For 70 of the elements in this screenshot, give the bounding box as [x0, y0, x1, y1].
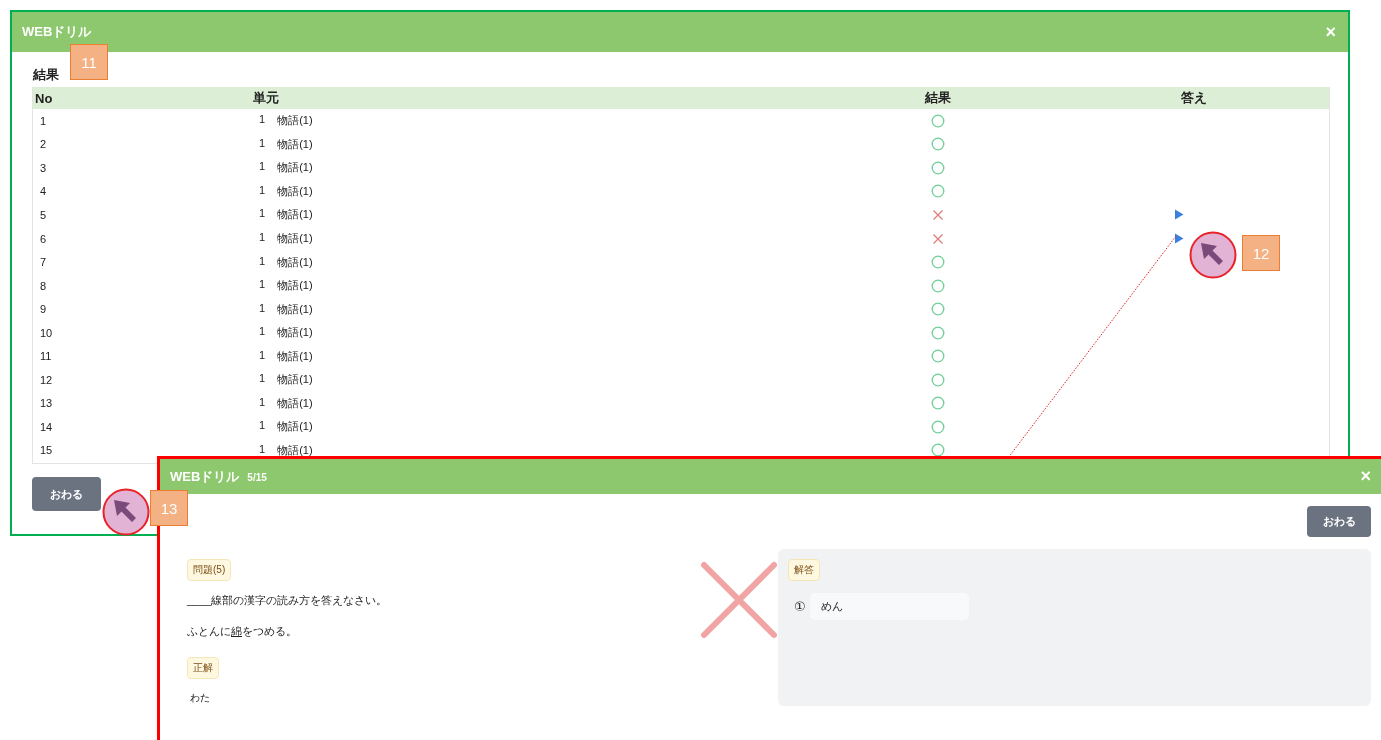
- table-cell: 物語(1): [277, 113, 313, 129]
- table-cell: 物語(1): [277, 372, 313, 388]
- table-cell-text: 2: [39, 138, 48, 151]
- table-cell-text: 3: [39, 161, 48, 174]
- table-cell: 物語(1): [277, 160, 313, 176]
- table-cell: 物語(1): [277, 183, 313, 199]
- finish-button[interactable]: おわる: [1307, 506, 1371, 537]
- column-header: No: [34, 90, 54, 106]
- correct-answer-text: わた: [189, 691, 210, 705]
- table-cell-text: 6: [39, 232, 48, 245]
- table-cell-text: 1: [259, 395, 266, 410]
- table-cell: 物語(1): [277, 254, 313, 270]
- table-cell-text: 1: [259, 348, 266, 363]
- table-cell-text: 1: [259, 442, 266, 457]
- callout-number: 12: [1242, 235, 1280, 271]
- table-cell-text: 1: [39, 114, 48, 127]
- table-cell-text: 15: [39, 444, 54, 457]
- callout-number: 11: [70, 44, 108, 80]
- question-tag: 問題(5): [187, 559, 232, 581]
- table-cell-text: 1: [259, 160, 266, 175]
- window-title: WEBドリル: [22, 23, 92, 41]
- table-cell: 物語(1): [277, 442, 313, 458]
- instruction-text: ____線部の漢字の読み方を答えなさい。: [187, 593, 388, 608]
- answer-number: ①: [794, 599, 806, 614]
- table-cell-text: 1: [259, 254, 266, 269]
- play-icon[interactable]: [1173, 209, 1184, 221]
- table-cell-text: 1: [259, 325, 266, 340]
- table-cell-text: 4: [39, 185, 48, 198]
- cursor-drawing: [102, 488, 150, 536]
- table-cell-text: 12: [39, 373, 54, 386]
- table-cell: 物語(1): [277, 395, 313, 411]
- answer-tag: 解答: [788, 559, 820, 581]
- table-cell: 物語(1): [277, 278, 313, 294]
- section-title: 結果: [32, 66, 60, 84]
- table-cell-text: 9: [39, 303, 48, 316]
- callout-number: 13: [150, 490, 188, 526]
- column-header: 結果: [923, 89, 952, 107]
- play-icon[interactable]: [1173, 233, 1184, 244]
- table-cell: 物語(1): [277, 136, 313, 152]
- table-cell: 物語(1): [277, 419, 313, 435]
- table-cell: 物語(1): [277, 348, 313, 364]
- table-cell-text: 8: [39, 279, 48, 292]
- table-cell-text: 1: [259, 301, 266, 316]
- table-cell-text: 7: [39, 256, 48, 269]
- cursor-drawing: [1189, 231, 1237, 279]
- table-cell-text: 13: [39, 397, 54, 410]
- table-cell-text: 1: [259, 207, 266, 222]
- table-cell: 物語(1): [277, 301, 313, 317]
- table-cell-text: 1: [259, 183, 266, 198]
- table-cell: 物語(1): [277, 325, 313, 341]
- table-cell-text: 1: [259, 419, 266, 434]
- table-cell-text: 1: [259, 231, 266, 245]
- finish-button[interactable]: おわる: [32, 477, 101, 511]
- column-header: 単元: [253, 89, 280, 107]
- column-header: 答え: [1179, 89, 1208, 107]
- table-cell-text: 1: [259, 372, 266, 387]
- table-cell-text: 1: [259, 113, 266, 128]
- table-cell-text: 14: [39, 420, 54, 433]
- table-cell-text: 1: [259, 278, 266, 293]
- window-title: WEBドリル: [170, 467, 240, 486]
- table-cell: 物語(1): [277, 207, 313, 223]
- progress-label: 5/15: [247, 471, 267, 483]
- table-cell-text: 11: [39, 350, 53, 363]
- correct-tag: 正解: [187, 657, 219, 679]
- table-cell-text: 1: [259, 136, 266, 151]
- table-cell-text: 5: [39, 208, 48, 221]
- table-cell: 物語(1): [277, 231, 313, 246]
- answer-field: めん: [809, 593, 969, 620]
- table-cell-text: 10: [39, 326, 54, 339]
- question-sentence: ふとんに綿をつめる。: [187, 624, 297, 639]
